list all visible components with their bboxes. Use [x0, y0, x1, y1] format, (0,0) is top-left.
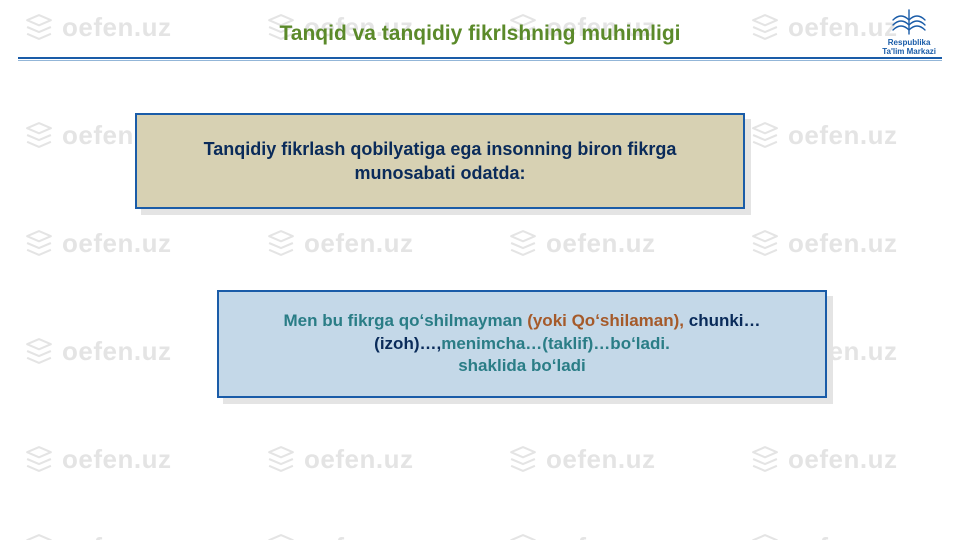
- watermark-item: oefen.uz: [748, 530, 897, 540]
- watermark-text: oefen.uz: [788, 120, 897, 151]
- logo-icon: [889, 8, 929, 38]
- stack-icon: [506, 530, 540, 540]
- watermark-item: oefen.uz: [506, 442, 655, 476]
- stack-icon: [506, 226, 540, 260]
- box2-seg1: Men bu fikrga qoʻshilmayman: [283, 311, 527, 330]
- watermark-text: oefen.uz: [546, 532, 655, 540]
- watermark-text: oefen.uz: [788, 532, 897, 540]
- stack-icon: [264, 442, 298, 476]
- watermark-item: oefen.uz: [748, 442, 897, 476]
- watermark-text: oefen.uz: [788, 444, 897, 475]
- box2-seg5: shaklida boʻladi: [458, 356, 586, 375]
- box2-seg2: (yoki Qoʻshilaman),: [527, 311, 689, 330]
- slide-header: Tanqid va tanqidiy fikrlshning muhimligi: [0, 22, 960, 46]
- stack-icon: [22, 530, 56, 540]
- watermark-text: oefen.uz: [62, 532, 171, 540]
- stack-icon: [506, 442, 540, 476]
- watermark-text: oefen.uz: [546, 228, 655, 259]
- watermark-text: oefen.uz: [304, 444, 413, 475]
- watermark-item: oefen.uz: [506, 530, 655, 540]
- watermark-text: oefen.uz: [62, 228, 171, 259]
- logo: Respublika Ta'lim Markazi: [882, 8, 936, 57]
- watermark-text: oefen.uz: [62, 336, 171, 367]
- watermark-item: oefen.uz: [264, 442, 413, 476]
- box1-text: Tanqidiy fikrlash qobilyatiga ega insonn…: [169, 137, 711, 186]
- watermark-text: oefen.uz: [546, 444, 655, 475]
- watermark-item: oefen.uz: [506, 226, 655, 260]
- watermark-item: oefen.uz: [22, 334, 171, 368]
- stack-icon: [748, 226, 782, 260]
- watermark-item: oefen.uz: [22, 226, 171, 260]
- page-title: Tanqid va tanqidiy fikrlshning muhimligi: [280, 22, 681, 45]
- statement-box-2: Men bu fikrga qoʻshilmayman (yoki Qoʻshi…: [217, 290, 827, 398]
- box2-seg4: menimcha…(taklif)…boʻladi.: [441, 334, 670, 353]
- watermark-layer: oefen.uz oefen.uz oefen.uz oefen.uz oefe…: [0, 0, 960, 540]
- logo-text-line2: Ta'lim Markazi: [882, 48, 936, 56]
- stack-icon: [22, 442, 56, 476]
- statement-box-1: Tanqidiy fikrlash qobilyatiga ega insonn…: [135, 113, 745, 209]
- watermark-item: oefen.uz: [22, 442, 171, 476]
- stack-icon: [22, 226, 56, 260]
- stack-icon: [748, 530, 782, 540]
- watermark-text: oefen.uz: [788, 228, 897, 259]
- stack-icon: [748, 442, 782, 476]
- header-underline-thin: [18, 60, 942, 61]
- stack-icon: [22, 118, 56, 152]
- watermark-text: oefen.uz: [304, 532, 413, 540]
- watermark-text: oefen.uz: [62, 444, 171, 475]
- stack-icon: [264, 530, 298, 540]
- watermark-item: oefen.uz: [264, 226, 413, 260]
- box2-text: Men bu fikrga qoʻshilmayman (yoki Qoʻshi…: [245, 310, 799, 379]
- watermark-item: oefen.uz: [22, 530, 171, 540]
- watermark-item: oefen.uz: [748, 226, 897, 260]
- watermark-item: oefen.uz: [748, 118, 897, 152]
- logo-text-line1: Respublika: [882, 39, 936, 47]
- watermark-item: oefen.uz: [264, 530, 413, 540]
- stack-icon: [748, 118, 782, 152]
- stack-icon: [22, 334, 56, 368]
- header-underline-thick: [18, 57, 942, 59]
- stack-icon: [264, 226, 298, 260]
- watermark-text: oefen.uz: [304, 228, 413, 259]
